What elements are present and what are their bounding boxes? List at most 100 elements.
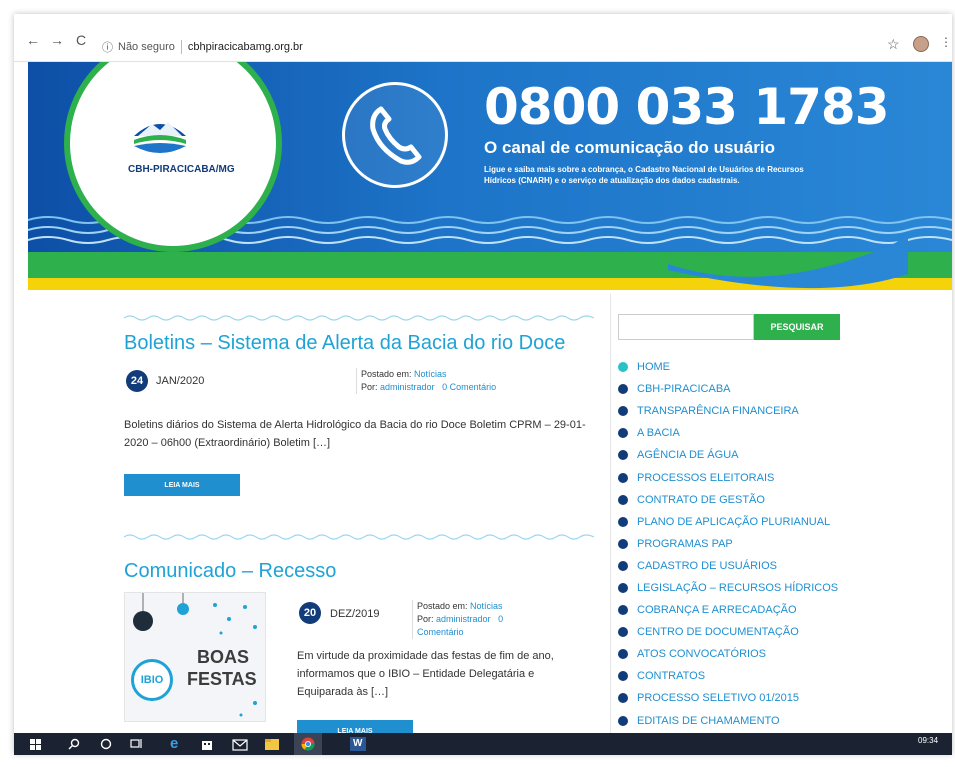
sidebar-item-label: PROCESSOS ELEITORAIS xyxy=(637,471,775,484)
word-icon[interactable]: W xyxy=(350,737,366,751)
sidebar-item-a-bacia[interactable]: A BACIA xyxy=(618,422,838,444)
info-icon[interactable]: ⓘ xyxy=(102,39,113,55)
taskbar-clock[interactable]: 09:34 xyxy=(918,736,938,745)
sidebar-item-atos-convocatorios[interactable]: ATOS CONVOCATÓRIOS xyxy=(618,643,838,665)
search-button[interactable]: PESQUISAR xyxy=(754,314,840,340)
sidebar-item-home[interactable]: HOME xyxy=(618,356,838,378)
sidebar-item-label: EDITAIS DE CHAMAMENTO xyxy=(637,714,780,727)
sidebar-item-editais[interactable]: EDITAIS DE CHAMAMENTO xyxy=(618,710,838,732)
date-day-badge: 24 xyxy=(126,370,148,392)
task-view-icon[interactable] xyxy=(130,738,142,750)
post-title[interactable]: Comunicado – Recesso xyxy=(124,560,336,583)
comments-link[interactable]: 0 Comentário xyxy=(442,382,496,392)
category-link[interactable]: Notícias xyxy=(414,369,447,379)
sidebar-item-label: CONTRATO DE GESTÃO xyxy=(637,493,765,506)
thumbnail-line-1: BOAS xyxy=(197,647,250,667)
address-bar[interactable]: ⓘ Não seguro cbhpiracicabamg.org.br xyxy=(102,36,303,58)
content-divider xyxy=(610,294,611,744)
sidebar-item-contratos[interactable]: CONTRATOS xyxy=(618,665,838,687)
date-month-year: JAN/2020 xyxy=(156,375,205,387)
ibio-badge: IBIO xyxy=(131,659,173,701)
search-icon[interactable] xyxy=(68,738,80,750)
comments-count-link[interactable]: 0 xyxy=(498,614,503,624)
sidebar-item-processos-eleitorais[interactable]: PROCESSOS ELEITORAIS xyxy=(618,466,838,488)
browser-menu-icon[interactable]: ⋮ xyxy=(940,35,952,49)
mail-icon[interactable] xyxy=(232,737,248,751)
banner-description: Ligue e saiba mais sobre a cobrança, o C… xyxy=(484,165,804,185)
post-list: Boletins – Sistema de Alerta da Bacia do… xyxy=(124,290,610,742)
address-separator xyxy=(180,40,182,54)
menu-bullet-icon xyxy=(618,384,628,395)
sidebar-item-label: A BACIA xyxy=(637,427,680,440)
back-arrow-icon[interactable]: ← xyxy=(26,32,40,48)
sidebar-item-label: CONTRATOS xyxy=(637,670,706,683)
sidebar-item-legislacao[interactable]: LEGISLAÇÃO – RECURSOS HÍDRICOS xyxy=(618,577,838,599)
post-title[interactable]: Boletins – Sistema de Alerta da Bacia do… xyxy=(124,332,565,355)
edge-icon[interactable]: e xyxy=(170,735,178,752)
cortana-icon[interactable] xyxy=(100,738,112,750)
profile-avatar[interactable] xyxy=(913,36,929,52)
url-text[interactable]: cbhpiracicabamg.org.br xyxy=(188,41,303,53)
menu-bullet-icon xyxy=(618,538,628,549)
sidebar-item-cadastro[interactable]: CADASTRO DE USUÁRIOS xyxy=(618,555,838,577)
windows-start-icon[interactable] xyxy=(30,739,41,750)
banner-subtitle: O canal de comunicação do usuário xyxy=(484,138,775,157)
sidebar-menu: HOME CBH-PIRACICABA TRANSPARÊNCIA FINANC… xyxy=(618,356,838,732)
chrome-taskbar-button[interactable] xyxy=(294,733,322,755)
menu-bullet-icon xyxy=(618,428,628,439)
read-more-button[interactable]: LEIA MAIS xyxy=(124,474,240,496)
post-thumbnail[interactable]: IBIO BOAS FESTAS xyxy=(124,592,266,722)
author-link[interactable]: administrador xyxy=(380,382,435,392)
sidebar-item-processo-seletivo[interactable]: PROCESSO SELETIVO 01/2015 xyxy=(618,687,838,709)
sidebar-item-centro-documentacao[interactable]: CENTRO DE DOCUMENTAÇÃO xyxy=(618,621,838,643)
sidebar-item-label: CADASTRO DE USUÁRIOS xyxy=(637,559,777,572)
chrome-icon xyxy=(301,737,315,751)
menu-bullet-icon xyxy=(618,406,628,417)
sidebar-item-contrato-gestao[interactable]: CONTRATO DE GESTÃO xyxy=(618,489,838,511)
menu-bullet-icon xyxy=(618,627,628,638)
author-label: Por: xyxy=(417,614,434,624)
phone-icon xyxy=(370,106,422,165)
menu-bullet-icon xyxy=(618,671,628,682)
post-separator xyxy=(124,315,594,321)
author-link[interactable]: administrador xyxy=(436,614,491,624)
sidebar-item-label: ATOS CONVOCATÓRIOS xyxy=(637,648,766,661)
file-explorer-icon[interactable] xyxy=(264,737,280,751)
menu-bullet-icon xyxy=(618,450,628,461)
category-link[interactable]: Notícias xyxy=(470,601,503,611)
browser-window: ← → C ⓘ Não seguro cbhpiracicabamg.org.b… xyxy=(14,14,952,754)
sidebar-item-label: CBH-PIRACICABA xyxy=(637,383,731,396)
reload-icon[interactable]: C xyxy=(76,32,86,48)
comments-word-link[interactable]: Comentário xyxy=(417,627,464,637)
menu-bullet-icon xyxy=(618,649,628,660)
sidebar-item-cobranca[interactable]: COBRANÇA E ARRECADAÇÃO xyxy=(618,599,838,621)
post-meta: Postado em: Notícias Por: administrador … xyxy=(356,368,496,394)
date-month-year: DEZ/2019 xyxy=(330,608,380,620)
sidebar-item-transparencia[interactable]: TRANSPARÊNCIA FINANCEIRA xyxy=(618,400,838,422)
sidebar-item-label: AGÊNCIA DE ÁGUA xyxy=(637,449,739,462)
sidebar-item-programas-pap[interactable]: PROGRAMAS PAP xyxy=(618,533,838,555)
banner-swoosh xyxy=(668,234,908,289)
phone-circle xyxy=(342,82,448,188)
thumbnail-line-2: FESTAS xyxy=(187,669,257,689)
sidebar-item-label: CENTRO DE DOCUMENTAÇÃO xyxy=(637,626,799,639)
post-separator xyxy=(124,534,594,540)
bookmark-star-icon[interactable]: ☆ xyxy=(887,36,900,53)
post-meta: Postado em: Notícias Por: administrador … xyxy=(412,600,522,639)
author-label: Por: xyxy=(361,382,378,392)
phone-number[interactable]: 0800 033 1783 xyxy=(484,78,890,136)
store-icon[interactable] xyxy=(200,737,214,751)
date-day-badge: 20 xyxy=(299,602,321,624)
sidebar-item-label: PLANO DE APLICAÇÃO PLURIANUAL xyxy=(637,515,831,528)
sidebar-item-agencia[interactable]: AGÊNCIA DE ÁGUA xyxy=(618,444,838,466)
menu-bullet-icon xyxy=(618,362,628,373)
menu-bullet-icon xyxy=(618,516,628,527)
forward-arrow-icon[interactable]: → xyxy=(50,32,64,48)
sidebar-item-cbh-piracicaba[interactable]: CBH-PIRACICABA xyxy=(618,378,838,400)
menu-bullet-icon xyxy=(618,560,628,571)
sidebar-item-plano-aplicacao[interactable]: PLANO DE APLICAÇÃO PLURIANUAL xyxy=(618,511,838,533)
menu-bullet-icon xyxy=(618,605,628,616)
logo-emblem-icon xyxy=(134,122,186,153)
search-input[interactable] xyxy=(618,314,754,340)
security-label: Não seguro xyxy=(118,41,175,53)
